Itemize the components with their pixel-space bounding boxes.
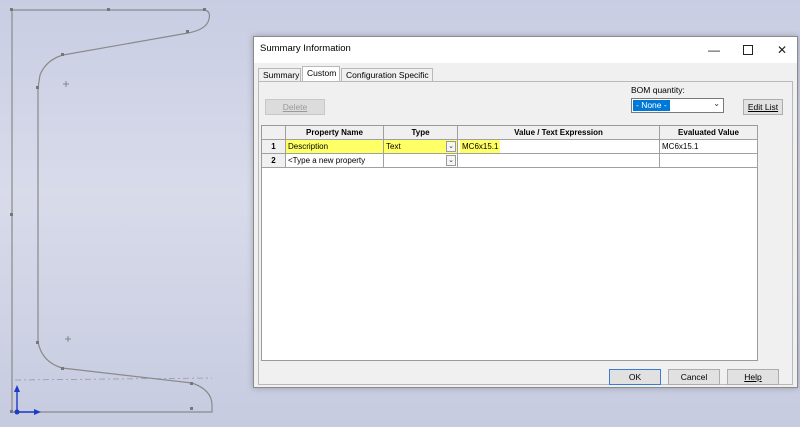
origin-axes-icon	[14, 385, 41, 415]
bom-quantity-label: BOM quantity:	[631, 85, 685, 95]
centerline	[14, 377, 213, 381]
chevron-down-icon: ⌄	[713, 99, 720, 108]
ok-button[interactable]: OK	[609, 369, 661, 385]
column-header-type[interactable]: Type	[384, 126, 458, 140]
chevron-down-icon[interactable]: ⌄	[446, 141, 456, 152]
row-number[interactable]: 1	[262, 140, 286, 154]
evaluated-value-cell: MC6x15.1	[660, 140, 758, 154]
delete-button[interactable]: Delete	[265, 99, 325, 115]
summary-information-dialog: Summary Information — ✕ Summary Custom C…	[253, 36, 798, 388]
custom-properties-table: Property Name Type Value / Text Expressi…	[261, 125, 758, 361]
value-text: MC6x15.1	[460, 140, 501, 153]
row-number[interactable]: 2	[262, 154, 286, 168]
bom-quantity-value: - None -	[633, 100, 670, 111]
help-label: Help	[744, 372, 762, 382]
tab-custom[interactable]: Custom	[302, 66, 340, 81]
chevron-down-icon[interactable]: ⌄	[446, 155, 456, 166]
close-icon: ✕	[776, 43, 788, 57]
minimize-icon: —	[708, 43, 720, 57]
edit-list-label: Edit List	[747, 102, 779, 112]
maximize-icon	[743, 45, 753, 55]
channel-outline	[11, 9, 213, 413]
delete-label: Delete	[282, 102, 308, 112]
table-header-corner[interactable]	[262, 126, 286, 140]
value-cell[interactable]	[458, 154, 660, 168]
evaluated-value-cell	[660, 154, 758, 168]
column-header-evaluated-value[interactable]: Evaluated Value	[660, 126, 758, 140]
cancel-button[interactable]: Cancel	[668, 369, 720, 385]
type-cell[interactable]: Text ⌄	[384, 140, 458, 154]
tab-summary[interactable]: Summary	[258, 68, 301, 81]
edit-list-button[interactable]: Edit List	[743, 99, 783, 115]
type-cell[interactable]: ⌄	[384, 154, 458, 168]
bom-quantity-select[interactable]: - None - ⌄	[631, 98, 724, 113]
maximize-button[interactable]	[731, 37, 765, 63]
dialog-title: Summary Information	[260, 43, 351, 54]
type-value: Text	[386, 142, 401, 151]
minimize-button[interactable]: —	[697, 37, 731, 63]
column-header-property-name[interactable]: Property Name	[286, 126, 384, 140]
close-button[interactable]: ✕	[765, 37, 799, 63]
dialog-titlebar: Summary Information — ✕	[254, 37, 797, 63]
property-name-cell[interactable]: Description	[286, 140, 384, 154]
new-property-cell[interactable]: <Type a new property	[286, 154, 384, 168]
value-cell[interactable]: MC6x15.1	[458, 140, 660, 154]
help-button[interactable]: Help	[727, 369, 779, 385]
tab-configuration-specific[interactable]: Configuration Specific	[341, 68, 433, 81]
column-header-value[interactable]: Value / Text Expression	[458, 126, 660, 140]
